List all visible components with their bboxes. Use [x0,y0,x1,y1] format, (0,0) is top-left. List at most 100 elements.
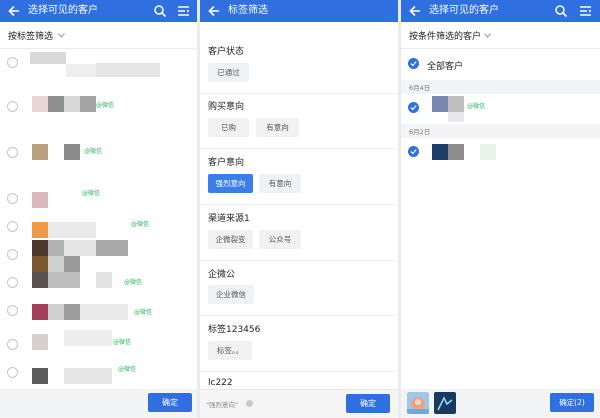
tag-filter-dropdown[interactable]: 按标签筛选 [0,22,197,49]
tag-chip[interactable]: 有意向 [256,118,299,137]
back-arrow-icon[interactable] [408,3,422,19]
select-radio[interactable] [7,367,18,378]
wechat-tag: @微信 [82,190,101,197]
customer-row[interactable] [0,240,197,272]
back-arrow-icon[interactable] [7,3,21,19]
customer-row[interactable]: @微信 [0,184,197,212]
avatar-image-icon [407,397,429,414]
select-checkbox[interactable] [408,146,419,157]
customer-row[interactable] [0,50,197,78]
select-radio[interactable] [7,339,18,350]
tag-filter-label: 按标签筛选 [8,32,54,42]
clear-icon[interactable] [246,400,253,407]
search-icon[interactable] [554,3,568,19]
customer-name [448,96,464,112]
bottom-bar: "强烈意向" 确定 [200,389,398,418]
customer-name [448,144,464,160]
wechat-tag: @微信 [124,279,143,286]
customer-row[interactable]: @微信 [0,92,197,120]
customer-row[interactable]: @微信 [0,138,197,166]
divider [200,148,398,149]
tag-chip[interactable]: 标签。。 [208,341,252,360]
all-customers-label: 全部客户 [427,62,464,72]
select-radio[interactable] [7,147,18,158]
tag-chip[interactable]: 公众号 [259,230,301,249]
select-radio[interactable] [7,249,18,260]
group-date: 6月2日 [409,128,431,136]
select-radio[interactable] [7,305,18,316]
tag-chip[interactable]: 企微裂变 [208,230,253,249]
search-icon[interactable] [153,3,167,19]
page-title: 选择可见的客户 [429,5,499,16]
avatar [32,192,48,208]
app-root: 选择可见的客户 按标签筛选 @微信 @微信 @微信 @微信 @微信 @微信 @微… [0,0,600,418]
tag-chip[interactable]: 已通过 [208,63,249,82]
select-radio[interactable] [7,57,18,68]
check-icon [410,149,417,155]
customer-name [64,144,80,160]
avatar [32,272,48,288]
bottom-bar: 确定(2) [401,389,600,418]
customer-name [64,304,80,320]
select-radio[interactable] [7,277,18,288]
customer-name [48,240,64,256]
section-title-channel-source: 渠道来源1 [208,214,250,224]
divider [200,315,398,316]
wechat-tag: @微信 [131,221,150,228]
select-radio[interactable] [7,193,18,204]
avatar [30,52,66,64]
customer-row[interactable]: @微信 [0,330,197,358]
divider [200,371,398,372]
customer-row[interactable]: @微信 [0,268,197,296]
tag-chip[interactable]: 企业微信 [208,285,254,304]
tag-chip-selected[interactable]: 强烈意向 [208,174,253,193]
section-title-tag123456: 标签123456 [208,325,261,335]
confirm-button[interactable]: 确定 [148,393,192,412]
top-bar: 选择可见的客户 [0,0,197,22]
section-title-customer-status: 客户状态 [208,47,245,57]
back-arrow-icon[interactable] [207,3,221,19]
avatar [32,334,48,350]
selected-tags-text: "强烈意向" [206,401,238,409]
section-title-purchase-intent: 购买意向 [208,102,245,112]
filter-list-icon[interactable] [177,3,191,19]
group-date: 6月4日 [409,84,431,92]
select-checkbox[interactable] [408,102,419,113]
confirm-button[interactable]: 确定 [346,394,390,413]
selected-avatar[interactable] [434,392,456,414]
avatar [32,144,48,160]
section-title-customer-intent: 客户意向 [208,158,245,168]
customer-row[interactable]: @微信 [0,212,197,240]
customer-row[interactable]: @微信 [0,296,197,324]
section-title-lc222: lc222 [208,378,233,388]
select-radio[interactable] [7,221,18,232]
wechat-tag: @微信 [96,102,115,109]
check-icon [410,105,417,111]
customer-row[interactable]: @微信 [401,94,600,122]
select-all-checkbox[interactable] [408,58,419,69]
avatar [32,240,48,256]
chevron-down-icon [58,33,65,38]
selected-avatar[interactable] [407,392,429,414]
tag-chip[interactable]: 有意向 [259,174,301,193]
date-group-header: 6月2日 [401,124,600,138]
chevron-down-icon [484,33,491,38]
customer-name [48,272,80,288]
tag-chip[interactable]: 已购 [208,118,249,137]
condition-filter-dropdown[interactable]: 按条件筛选的客户 [401,22,600,49]
customer-name [96,272,112,288]
wechat-tag: @微信 [118,366,137,373]
check-icon [410,61,417,67]
avatar [32,368,48,384]
customer-row[interactable] [401,138,600,166]
divider [200,93,398,94]
select-radio[interactable] [7,101,18,112]
customer-row[interactable]: @微信 [0,358,197,386]
customer-name [66,64,96,77]
wechat-tag: @微信 [467,103,486,110]
confirm-button[interactable]: 确定(2) [550,393,594,412]
customer-name [64,96,80,112]
customer-name [480,144,496,160]
filter-list-icon[interactable] [579,3,593,19]
date-group-header: 6月4日 [401,80,600,94]
